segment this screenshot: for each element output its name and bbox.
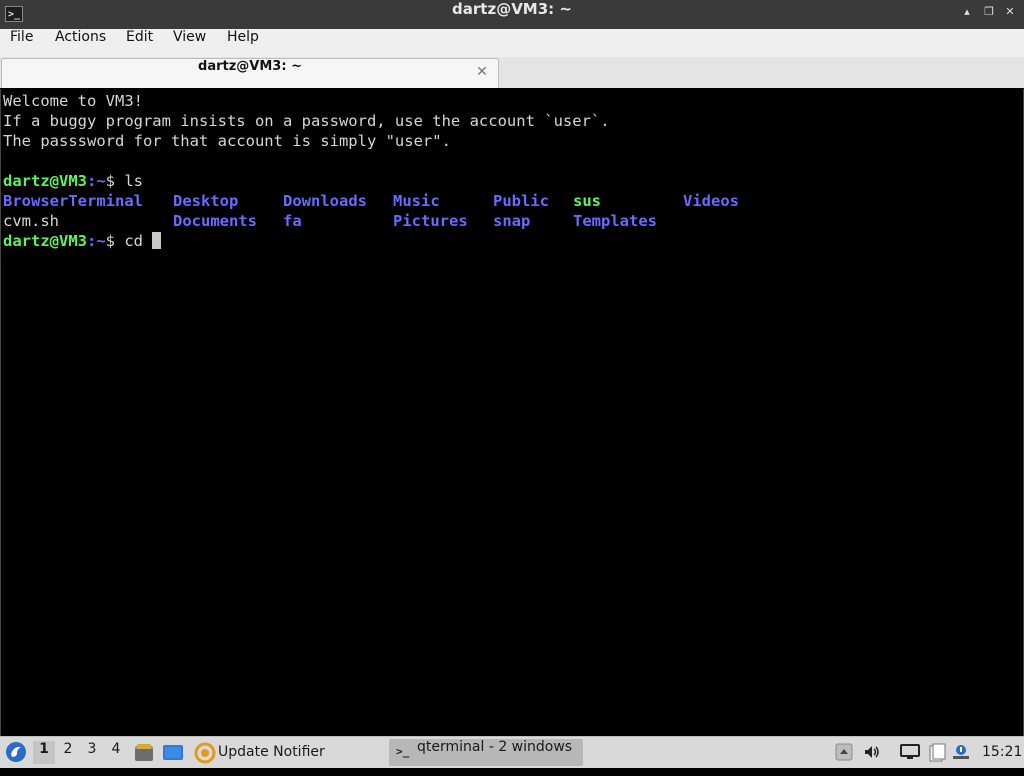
terminal-output[interactable]: Welcome to VM3! If a buggy program insis… xyxy=(0,89,1024,736)
ls-entry: Public xyxy=(493,192,549,210)
terminal-task-icon: >_ xyxy=(396,745,410,758)
text-cursor xyxy=(152,232,162,249)
command-text: cd xyxy=(124,232,153,250)
ls-entry: sus xyxy=(573,192,601,210)
notification-icon[interactable] xyxy=(952,743,970,761)
prompt-line-1: dartz@VM3:~$ ls xyxy=(3,171,143,191)
window-titlebar[interactable]: >_ dartz@VM3: ~ ▴ ❐ ✕ xyxy=(0,0,1024,29)
taskbar: 1 2 3 4 Update Notifier >_ qterminal - 2… xyxy=(0,736,1024,768)
tab-label: dartz@VM3: ~ xyxy=(198,59,302,74)
tray-expand-icon xyxy=(835,743,853,761)
network-icon[interactable] xyxy=(900,743,920,761)
workspace-4[interactable]: 4 xyxy=(105,741,127,764)
lubuntu-logo-icon xyxy=(6,742,26,762)
ls-entry: Downloads xyxy=(283,192,367,210)
clipboard-notes-icon xyxy=(929,743,946,762)
welcome-line-1: Welcome to VM3! xyxy=(3,92,143,110)
workspace-3[interactable]: 3 xyxy=(81,741,103,764)
minimize-button[interactable]: ▴ xyxy=(958,5,976,23)
menu-bar: File Actions Edit View Help xyxy=(0,29,1024,58)
tab-terminal[interactable]: dartz@VM3: ~ ✕ xyxy=(1,58,499,88)
prompt-symbol: $ xyxy=(105,172,125,190)
network-wired-icon xyxy=(900,744,920,759)
menu-help[interactable]: Help xyxy=(227,29,259,57)
prompt-user-host: dartz@VM3 xyxy=(3,172,87,190)
show-desktop-icon[interactable] xyxy=(162,743,184,763)
tab-close-icon[interactable]: ✕ xyxy=(474,64,490,80)
prompt-line-2: dartz@VM3:~$ cd xyxy=(3,231,162,251)
folder-icon xyxy=(135,744,153,761)
clipboard-icon[interactable] xyxy=(927,743,946,762)
update-notifier-icon[interactable] xyxy=(194,742,216,764)
welcome-line-3: The passsword for that account is simply… xyxy=(3,132,451,150)
update-notifier-label[interactable]: Update Notifier xyxy=(218,737,325,768)
ls-entry: fa xyxy=(283,212,302,230)
prompt-path: :~ xyxy=(87,172,106,190)
terminal-window: >_ dartz@VM3: ~ ▴ ❐ ✕ File Actions Edit … xyxy=(0,0,1024,736)
menu-edit[interactable]: Edit xyxy=(126,29,153,57)
update-icon xyxy=(194,742,216,764)
ls-entry: Templates xyxy=(573,212,657,230)
ls-entry: cvm.sh xyxy=(3,212,59,230)
clock[interactable]: 15:21 xyxy=(982,737,1022,768)
menu-actions[interactable]: Actions xyxy=(55,29,106,57)
prompt-symbol: $ xyxy=(105,232,125,250)
file-manager-icon[interactable] xyxy=(134,743,154,763)
ls-entry: Music xyxy=(393,192,440,210)
start-menu-button[interactable] xyxy=(5,741,27,763)
ls-entry: Pictures xyxy=(393,212,468,230)
menu-file[interactable]: File xyxy=(10,29,33,57)
info-icon xyxy=(953,745,969,759)
ls-entry: Videos xyxy=(683,192,739,210)
ls-entry: Documents xyxy=(173,212,257,230)
workspace-2[interactable]: 2 xyxy=(57,741,79,764)
ls-entry: snap xyxy=(493,212,531,230)
prompt-user-host: dartz@VM3 xyxy=(3,232,87,250)
prompt-path: :~ xyxy=(87,232,106,250)
restore-button[interactable]: ❐ xyxy=(980,5,998,23)
ls-entry: Desktop xyxy=(173,192,239,210)
tab-bar: dartz@VM3: ~ ✕ xyxy=(0,57,1024,88)
menu-view[interactable]: View xyxy=(173,29,206,57)
command-text: ls xyxy=(124,172,144,190)
tray-arrow-icon[interactable] xyxy=(835,743,853,761)
ls-entry: BrowserTerminal xyxy=(3,192,143,210)
window-title: dartz@VM3: ~ xyxy=(452,0,572,18)
task-label: qterminal - 2 windows xyxy=(417,739,573,755)
volume-icon[interactable] xyxy=(863,743,881,761)
task-qterminal[interactable]: >_ qterminal - 2 windows xyxy=(389,739,583,766)
desktop-icon xyxy=(163,745,183,760)
close-button[interactable]: ✕ xyxy=(1001,5,1019,23)
welcome-line-2: If a buggy program insists on a password… xyxy=(3,112,610,130)
speaker-icon xyxy=(865,746,879,758)
workspace-1[interactable]: 1 xyxy=(33,741,55,764)
